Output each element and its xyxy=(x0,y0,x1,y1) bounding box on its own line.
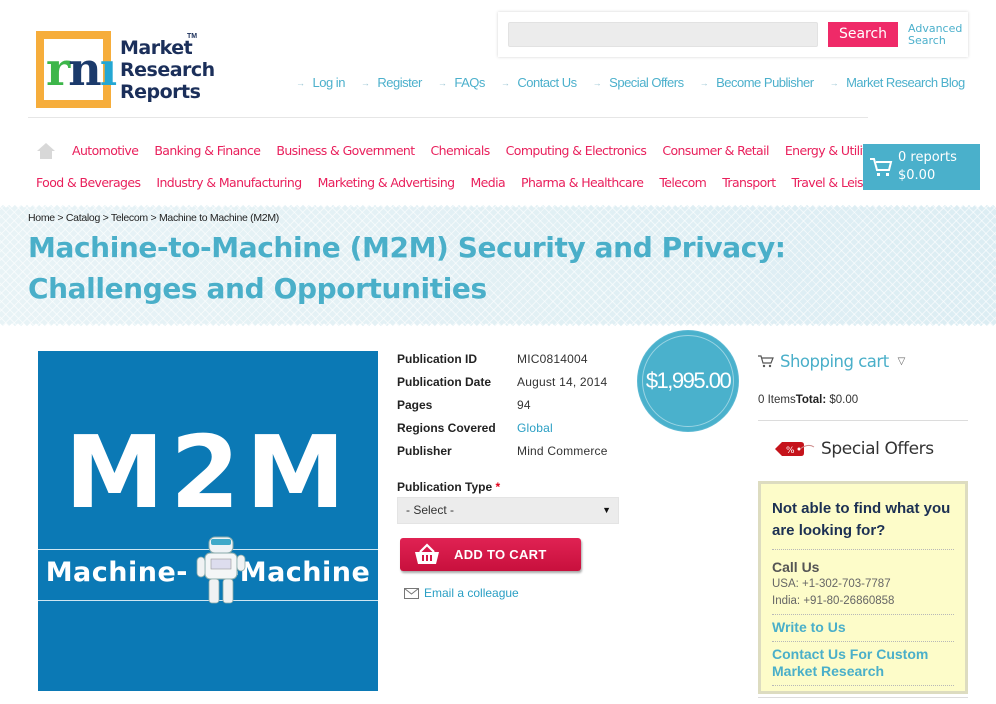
basket-icon xyxy=(415,543,439,564)
breadcrumb-separator: > xyxy=(54,212,66,224)
logo-mark: rnı xyxy=(36,31,117,108)
call-us-section: Call Us USA: +1-302-703-7787 India: +91-… xyxy=(772,550,954,615)
breadcrumb-item[interactable]: Machine to Machine (M2M) xyxy=(159,212,279,224)
shopping-cart-toggle[interactable]: Shopping cart ▽ xyxy=(758,352,905,371)
top-link-become-publisher[interactable]: → Become Publisher xyxy=(700,75,814,90)
detail-label: Pages xyxy=(397,398,433,412)
search-input[interactable] xyxy=(508,22,818,47)
write-to-us-link[interactable]: Write to Us xyxy=(772,615,954,642)
dropdown-caret-icon: ▼ xyxy=(602,505,611,515)
header-cart-button[interactable]: 0 reports $0.00 xyxy=(863,144,980,190)
category-marketing-advertising[interactable]: Marketing & Advertising xyxy=(318,175,456,190)
home-icon[interactable] xyxy=(36,142,56,160)
category-chemicals[interactable]: Chemicals xyxy=(431,143,491,161)
product-cover-image: M2M Machine- -Machine xyxy=(38,351,378,691)
cart-total: $0.00 xyxy=(898,168,936,183)
phone-usa: USA: +1-302-703-7787 xyxy=(772,578,891,590)
shopping-cart-icon xyxy=(758,355,774,368)
detail-row: Publication Date August 14, 2014 xyxy=(397,374,608,397)
search-button[interactable]: Search xyxy=(828,22,898,47)
sidebar-divider xyxy=(758,420,968,421)
breadcrumb-item[interactable]: Home xyxy=(28,212,55,224)
category-computing-electronics[interactable]: Computing & Electronics xyxy=(506,143,647,161)
detail-value: 94 xyxy=(517,398,531,412)
cart-report-count: 0 reports xyxy=(898,150,957,165)
arrow-right-icon: → xyxy=(296,77,305,88)
category-transport[interactable]: Transport xyxy=(722,175,776,190)
detail-row: Regions Covered Global xyxy=(397,420,608,443)
advanced-search-link[interactable]: Advanced Search xyxy=(908,23,962,47)
detail-label: Publication ID xyxy=(397,352,478,366)
header-divider xyxy=(28,117,868,118)
detail-label: Regions Covered xyxy=(397,421,496,435)
category-business-government[interactable]: Business & Government xyxy=(276,143,415,161)
category-telecom[interactable]: Telecom xyxy=(659,175,706,190)
top-link-contact-us[interactable]: → Contact Us xyxy=(501,75,577,90)
arrow-right-icon: → xyxy=(699,77,709,88)
category-consumer-retail[interactable]: Consumer & Retail xyxy=(662,143,769,161)
envelope-icon xyxy=(404,587,419,599)
detail-row: Publication ID MIC0814004 xyxy=(397,351,608,374)
category-industry-manufacturing[interactable]: Industry & Manufacturing xyxy=(156,175,302,190)
arrow-right-icon: → xyxy=(500,77,510,88)
detail-row: Publisher Mind Commerce xyxy=(397,443,608,466)
top-link-log-in[interactable]: → Log in xyxy=(296,75,345,90)
category-nav-row-1: Automotive Banking & Finance Business & Go… xyxy=(36,143,899,161)
logo-text: Market Research Reports xyxy=(120,37,215,103)
search-bar: Search Advanced Search xyxy=(498,12,968,57)
detail-row: Pages 94 xyxy=(397,397,608,420)
robot-illustration xyxy=(196,536,246,604)
publication-details: Publication ID MIC0814004 Publication Date… xyxy=(397,351,608,466)
required-marker: * xyxy=(495,480,501,494)
detail-label: Publication Date xyxy=(397,375,492,389)
price-badge: $1,995.00 xyxy=(638,331,738,431)
page-title: Machine-to-Machine (M2M) Security and Pr… xyxy=(28,231,786,305)
site-logo[interactable]: rnı Market Research Reports TM xyxy=(36,31,215,109)
category-banking-finance[interactable]: Banking & Finance xyxy=(154,143,261,161)
chevron-down-icon: ▽ xyxy=(897,356,906,367)
price-tag-icon: % xyxy=(775,442,815,456)
publication-type-label: Publication Type * xyxy=(397,480,501,494)
email-colleague-link[interactable]: Email a colleague xyxy=(404,586,519,600)
detail-value: Mind Commerce xyxy=(517,444,608,458)
top-link-special-offers[interactable]: → Special Offers xyxy=(593,75,684,90)
breadcrumb-item[interactable]: Catalog xyxy=(66,212,100,224)
help-heading: Not able to find what you are looking fo… xyxy=(772,498,954,550)
cover-headline: M2M xyxy=(64,414,352,531)
arrow-right-icon: → xyxy=(592,77,602,88)
breadcrumb-item[interactable]: Telecom xyxy=(111,212,148,224)
publication-type-select[interactable]: - Select - ▼ xyxy=(397,497,619,524)
phone-india: India: +91-80-26860858 xyxy=(772,595,895,607)
special-offers-heading[interactable]: % Special Offers xyxy=(773,439,934,459)
title-band: Home > Catalog > Telecom > Machine to Ma… xyxy=(0,205,996,326)
breadcrumb-separator: > xyxy=(147,212,159,224)
add-to-cart-button[interactable]: ADD TO CART xyxy=(400,538,581,571)
cart-summary: 0 ItemsTotal: $0.00 xyxy=(758,394,859,406)
category-automotive[interactable]: Automotive xyxy=(72,143,139,161)
category-nav-row-2: Food & Beverages Industry & Manufacturing… xyxy=(36,175,898,190)
top-link-register[interactable]: → Register xyxy=(361,75,422,90)
arrow-right-icon: → xyxy=(829,77,839,88)
category-media[interactable]: Media xyxy=(471,175,506,190)
category-food-beverages[interactable]: Food & Beverages xyxy=(36,175,141,190)
custom-research-link[interactable]: Contact Us For Custom Market Research xyxy=(772,642,954,686)
help-box: Not able to find what you are looking fo… xyxy=(758,481,968,694)
breadcrumb-separator: > xyxy=(99,212,111,224)
svg-text:%: % xyxy=(786,446,795,456)
detail-value[interactable]: Global xyxy=(517,420,553,443)
category-pharma-healthcare[interactable]: Pharma & Healthcare xyxy=(521,175,644,190)
arrow-right-icon: → xyxy=(437,77,447,88)
detail-value: MIC0814004 xyxy=(517,352,588,366)
arrow-right-icon: → xyxy=(360,77,370,88)
top-link-market-research-blog[interactable]: → Market Research Blog xyxy=(829,75,966,90)
breadcrumb: Home > Catalog > Telecom > Machine to Ma… xyxy=(28,212,279,224)
top-link-faqs[interactable]: → FAQs xyxy=(437,75,486,90)
trademark-symbol: TM xyxy=(187,33,198,40)
detail-value: August 14, 2014 xyxy=(517,375,608,389)
cart-icon xyxy=(870,158,893,176)
detail-label: Publisher xyxy=(397,444,452,458)
top-links: → Log in → Register → FAQs → Contact Us → Special… xyxy=(296,75,965,90)
